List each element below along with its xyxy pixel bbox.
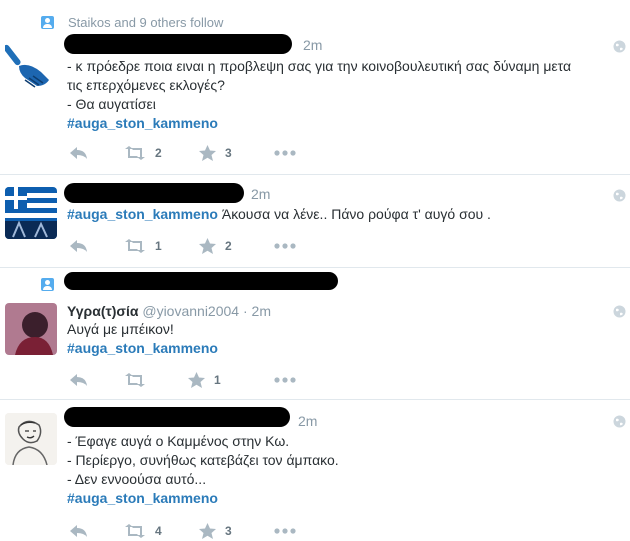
retweet-count: 1 xyxy=(155,239,162,253)
more-button[interactable] xyxy=(274,238,296,254)
reply-button[interactable] xyxy=(69,238,124,254)
favorite-count: 1 xyxy=(214,373,221,387)
tweet-actions: 2 3 xyxy=(69,145,296,161)
retweet-button[interactable]: 4 xyxy=(124,523,199,539)
tweet-actions: 1 xyxy=(69,372,296,388)
retweet-count: 4 xyxy=(155,524,162,538)
tweet-text-line: - κ πρόεδρε ποια ειναι η προβλεψη σας γι… xyxy=(67,58,572,74)
reply-button[interactable] xyxy=(69,523,124,539)
tweet-actions: 1 2 xyxy=(69,238,296,254)
hashtag-link[interactable]: #auga_ston_kammeno xyxy=(67,206,218,222)
tweet-text: - Έφαγε αυγά ο Καμμένος στην Κω. - Περίε… xyxy=(67,432,627,508)
avatar[interactable] xyxy=(5,40,57,92)
social-context-text: Staikos and 9 others follow xyxy=(68,15,224,30)
follow-context-icon xyxy=(41,16,54,29)
globe-icon xyxy=(613,305,626,318)
retweet-icon xyxy=(125,524,145,538)
globe-icon xyxy=(613,189,626,202)
favorite-count: 2 xyxy=(225,239,232,253)
hashtag-link[interactable]: #auga_ston_kammeno xyxy=(67,115,218,131)
avatar[interactable] xyxy=(5,413,57,465)
tweet-text: Αυγά με μπέικον! #auga_ston_kammeno xyxy=(67,320,627,358)
brush-icon xyxy=(5,44,49,88)
retweet-button[interactable] xyxy=(124,372,188,388)
tweet-2[interactable]: 2m #auga_ston_kammeno Άκουσα να λένε.. Π… xyxy=(0,175,630,268)
tweet-text-line: τις επερχόμενες εκλογές? xyxy=(67,77,225,93)
tweet-text-line: - Δεν εννοούσα αυτό... xyxy=(67,471,207,487)
tweet-4[interactable]: 2m - Έφαγε αυγά ο Καμμένος στην Κω. - Πε… xyxy=(0,400,630,541)
tweet-time[interactable]: 2m xyxy=(298,413,317,429)
separator: · xyxy=(239,303,252,319)
tweet-text-line: - Έφαγε αυγά ο Καμμένος στην Κω. xyxy=(67,433,290,449)
redacted-author xyxy=(64,407,290,427)
star-icon xyxy=(199,145,216,161)
tweet-text-rest: Άκουσα να λένε.. Πάνο ρούφα τ' αυγό σου … xyxy=(217,206,491,222)
favorite-button[interactable]: 2 xyxy=(199,238,274,254)
reply-icon xyxy=(70,525,87,537)
tweet-actions: 4 3 xyxy=(69,523,296,539)
hashtag-link[interactable]: #auga_ston_kammeno xyxy=(67,490,218,506)
star-icon xyxy=(199,523,216,539)
favorite-button[interactable]: 3 xyxy=(199,145,274,161)
greek-flag-icon xyxy=(5,187,57,239)
author-line: Υγρα(τ)σία @yiovanni2004 · 2m xyxy=(67,303,271,319)
profile-photo xyxy=(5,303,57,355)
follow-context-icon xyxy=(41,278,54,291)
author-fullname[interactable]: Υγρα(τ)σία xyxy=(67,303,138,319)
tweet-time[interactable]: 2m xyxy=(252,303,271,319)
redacted-author xyxy=(64,34,292,54)
avatar[interactable] xyxy=(5,187,57,239)
more-button[interactable] xyxy=(274,145,296,161)
more-button[interactable] xyxy=(274,523,296,539)
author-handle[interactable]: @yiovanni2004 xyxy=(142,303,239,319)
reply-button[interactable] xyxy=(69,372,124,388)
tweet-time[interactable]: 2m xyxy=(303,37,322,53)
retweet-button[interactable]: 1 xyxy=(124,238,199,254)
retweet-icon xyxy=(125,146,145,160)
star-icon xyxy=(199,238,216,254)
tweet-text: - κ πρόεδρε ποια ειναι η προβλεψη σας γι… xyxy=(67,57,627,133)
sketch-profile-photo xyxy=(5,413,57,465)
social-context[interactable]: Staikos and 9 others follow xyxy=(41,15,223,30)
tweet-1[interactable]: Staikos and 9 others follow 2m - κ πρόεδ… xyxy=(0,0,630,175)
more-icon xyxy=(274,377,296,383)
favorite-count: 3 xyxy=(225,524,232,538)
tweet-3[interactable]: Υγρα(τ)σία @yiovanni2004 · 2m Αυγά με μπ… xyxy=(0,268,630,400)
redacted-context xyxy=(64,272,338,290)
retweet-icon xyxy=(125,373,145,387)
retweet-count: 2 xyxy=(155,146,162,160)
globe-icon xyxy=(613,40,626,53)
favorite-count: 3 xyxy=(225,146,232,160)
reply-icon xyxy=(70,240,87,252)
tweet-text: #auga_ston_kammeno Άκουσα να λένε.. Πάνο… xyxy=(67,205,627,224)
avatar[interactable] xyxy=(5,303,57,355)
favorite-button[interactable]: 1 xyxy=(188,372,274,388)
star-icon xyxy=(188,372,205,388)
tweet-time[interactable]: 2m xyxy=(251,186,270,202)
retweet-icon xyxy=(125,239,145,253)
reply-button[interactable] xyxy=(69,145,124,161)
tweet-text-line: Αυγά με μπέικον! xyxy=(67,321,174,337)
more-button[interactable] xyxy=(274,372,296,388)
hashtag-link[interactable]: #auga_ston_kammeno xyxy=(67,340,218,356)
more-icon xyxy=(274,528,296,534)
tweet-text-line: - Περίεργο, συνήθως κατεβάζει τον άμπακο… xyxy=(67,452,339,468)
more-icon xyxy=(274,150,296,156)
globe-icon xyxy=(613,415,626,428)
tweet-text-line: - Θα αυγατίσει xyxy=(67,96,156,112)
redacted-author xyxy=(64,183,244,203)
favorite-button[interactable]: 3 xyxy=(199,523,274,539)
reply-icon xyxy=(70,374,87,386)
retweet-button[interactable]: 2 xyxy=(124,145,199,161)
more-icon xyxy=(274,243,296,249)
reply-icon xyxy=(70,147,87,159)
